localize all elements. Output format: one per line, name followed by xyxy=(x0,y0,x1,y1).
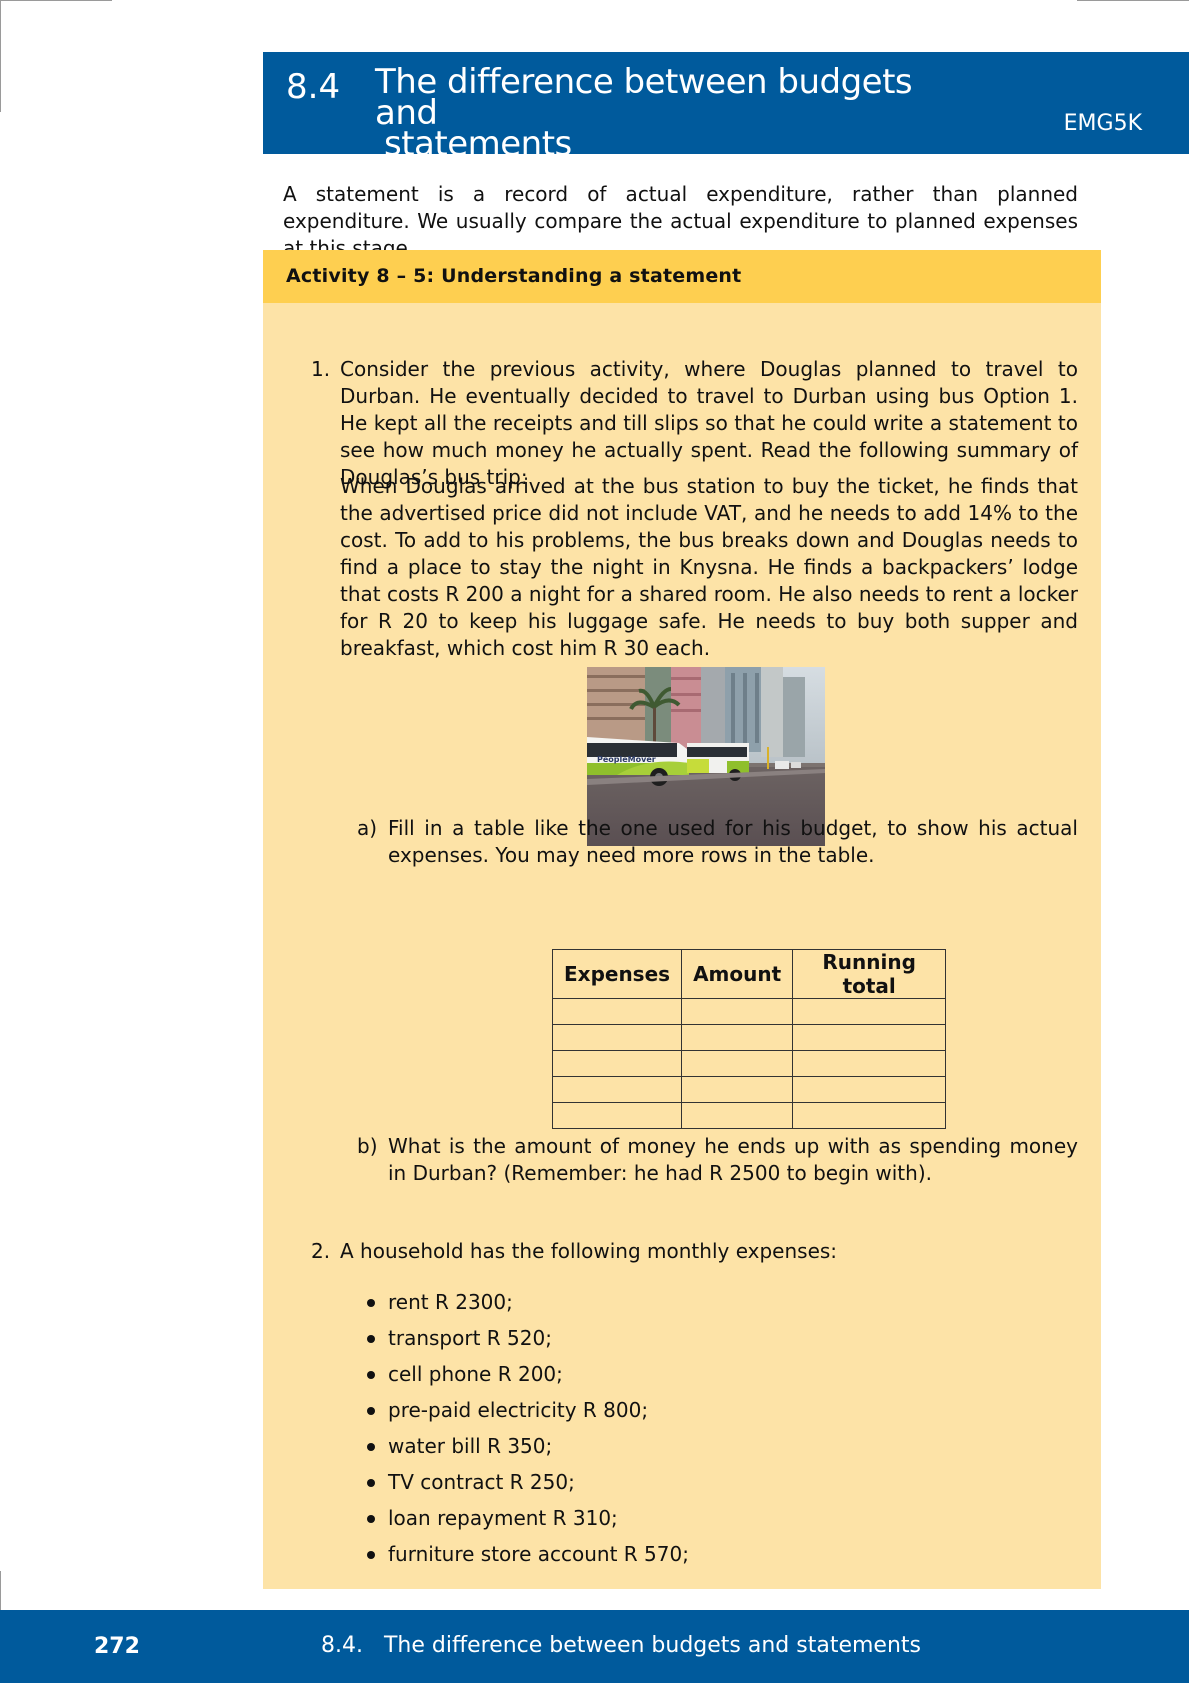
question-2-marker: 2. xyxy=(311,1239,331,1263)
crop-mark xyxy=(0,1571,1,1611)
section-code: EMG5K xyxy=(1063,111,1142,136)
question-1b-text: What is the amount of money he ends up w… xyxy=(388,1134,1078,1185)
table-cell xyxy=(551,998,683,1025)
bullet-icon xyxy=(367,1335,375,1343)
bullet-icon xyxy=(367,1551,375,1559)
section-number: 8.4 xyxy=(286,67,341,107)
bus-side-text: PeopleMover xyxy=(597,755,656,764)
table-row xyxy=(551,1050,947,1077)
bullet-icon xyxy=(367,1371,375,1379)
list-item-text: transport R 520; xyxy=(388,1326,552,1350)
list-item: TV contract R 250; xyxy=(363,1469,689,1505)
list-item-text: furniture store account R 570; xyxy=(388,1542,689,1566)
table-cell xyxy=(681,1024,794,1051)
list-item: rent R 2300; xyxy=(363,1289,689,1325)
column-header-amount: Amount xyxy=(681,949,794,999)
crop-mark xyxy=(0,0,112,1)
question-1a-text: Fill in a table like the one used for hi… xyxy=(388,816,1078,867)
bullet-icon xyxy=(367,1407,375,1415)
section-header: 8.4 The difference between budgets and s… xyxy=(263,52,1189,161)
expense-table: Expenses Amount Running total xyxy=(551,949,947,1129)
list-item: transport R 520; xyxy=(363,1325,689,1361)
question-1-marker: 1. xyxy=(311,357,331,381)
list-item-text: cell phone R 200; xyxy=(388,1362,563,1386)
footer-title: 8.4. The difference between budgets and … xyxy=(321,1633,921,1658)
activity-title: Activity 8 – 5: Understanding a statemen… xyxy=(286,265,742,287)
section-title: The difference between budgets and state… xyxy=(375,65,935,164)
table-cell xyxy=(551,1102,683,1129)
crop-mark xyxy=(1077,0,1189,1)
table-header-row: Expenses Amount Running total xyxy=(551,949,947,999)
column-header-running-total: Running total xyxy=(792,949,947,999)
table-cell xyxy=(792,1050,947,1077)
list-item: cell phone R 200; xyxy=(363,1361,689,1397)
list-item: water bill R 350; xyxy=(363,1433,689,1469)
table-cell xyxy=(551,1024,683,1051)
table-cell xyxy=(792,998,947,1025)
activity-box: Activity 8 – 5: Understanding a statemen… xyxy=(263,250,1101,1589)
trip-summary: When Douglas arrived at the bus station … xyxy=(340,474,1078,660)
question-2-text: A household has the following monthly ex… xyxy=(340,1239,838,1263)
question-1a-marker: a) xyxy=(357,816,378,840)
table-cell xyxy=(681,1050,794,1077)
page-footer: 272 8.4. The difference between budgets … xyxy=(0,1610,1189,1683)
list-item-text: pre-paid electricity R 800; xyxy=(388,1398,649,1422)
list-item: loan repayment R 310; xyxy=(363,1505,689,1541)
column-header-expenses: Expenses xyxy=(551,949,683,999)
table-row xyxy=(551,1076,947,1103)
bullet-icon xyxy=(367,1299,375,1307)
table-cell xyxy=(681,1076,794,1103)
section-title-line2: statements xyxy=(384,124,572,164)
table-cell xyxy=(681,998,794,1025)
list-item-text: rent R 2300; xyxy=(388,1290,513,1314)
question-1-text: Consider the previous activity, where Do… xyxy=(340,357,1078,489)
table-cell xyxy=(792,1102,947,1129)
question-1b-marker: b) xyxy=(357,1134,378,1158)
table-cell xyxy=(792,1024,947,1051)
bullet-icon xyxy=(367,1479,375,1487)
page-number: 272 xyxy=(94,1634,140,1659)
crop-mark xyxy=(0,0,1,112)
section-title-line1: The difference between budgets and xyxy=(375,62,913,133)
expense-list: rent R 2300; transport R 520; cell phone… xyxy=(363,1289,689,1577)
table-row xyxy=(551,1102,947,1129)
table-cell xyxy=(551,1076,683,1103)
activity-header: Activity 8 – 5: Understanding a statemen… xyxy=(263,250,1101,303)
list-item-text: TV contract R 250; xyxy=(388,1470,575,1494)
list-item-text: loan repayment R 310; xyxy=(388,1506,618,1530)
table-cell xyxy=(681,1102,794,1129)
list-item-text: water bill R 350; xyxy=(388,1434,553,1458)
list-item: pre-paid electricity R 800; xyxy=(363,1397,689,1433)
bullet-icon xyxy=(367,1515,375,1523)
table-cell xyxy=(792,1076,947,1103)
table-cell xyxy=(551,1050,683,1077)
list-item: furniture store account R 570; xyxy=(363,1541,689,1577)
table-row xyxy=(551,998,947,1025)
bullet-icon xyxy=(367,1443,375,1451)
table-row xyxy=(551,1024,947,1051)
